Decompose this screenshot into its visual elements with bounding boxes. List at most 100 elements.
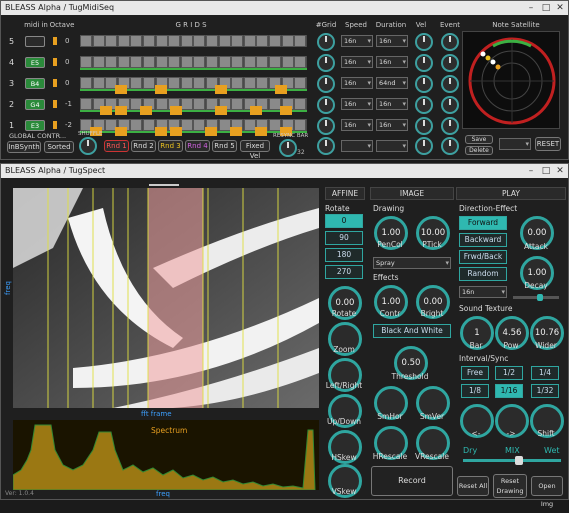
grid-cell[interactable] (92, 77, 105, 89)
grid-count-knob[interactable] (317, 96, 335, 114)
event-knob[interactable] (441, 75, 459, 93)
vel-knob[interactable] (415, 75, 433, 93)
grid-note[interactable] (255, 127, 267, 136)
grid-cell[interactable] (243, 35, 256, 47)
grid-cell[interactable] (92, 56, 105, 68)
duration-select[interactable]: 16n (376, 56, 408, 68)
close-button-2[interactable]: ✕ (553, 164, 567, 178)
decay-slider[interactable] (513, 294, 559, 301)
forward-button[interactable]: Forward (459, 216, 507, 230)
sorted-button[interactable]: Sorted (44, 141, 74, 153)
grid-note[interactable] (115, 127, 127, 136)
sync-1-4-button[interactable]: 1/4 (531, 366, 559, 380)
grid-cell[interactable] (294, 119, 307, 131)
preset-select[interactable] (499, 138, 531, 150)
grid-cell[interactable] (256, 35, 269, 47)
black-and-white-button[interactable]: Black And White (373, 324, 451, 338)
event-knob[interactable] (441, 117, 459, 135)
grid-cell[interactable] (294, 98, 307, 110)
duration-select[interactable]: 16n (376, 35, 408, 47)
grid-note[interactable] (215, 85, 227, 94)
grid-cell[interactable] (155, 98, 168, 110)
duration-select[interactable]: 64nd (376, 77, 408, 89)
grid-cell[interactable] (117, 56, 130, 68)
grid-cell[interactable] (193, 98, 206, 110)
midi-in-note-button[interactable] (25, 36, 45, 47)
grid-cell[interactable] (117, 35, 130, 47)
grid-cell[interactable] (180, 56, 193, 68)
frwd-back-button[interactable]: Frwd/Back (459, 250, 507, 264)
midi-in-note-button[interactable]: B4 (25, 78, 45, 89)
grid-cell[interactable] (92, 35, 105, 47)
random-button[interactable]: Random (459, 267, 507, 281)
grid-cell[interactable] (218, 35, 231, 47)
grid-cell[interactable] (231, 77, 244, 89)
grid-cell[interactable] (281, 56, 294, 68)
grid-cell[interactable] (180, 98, 193, 110)
grid-cell[interactable] (130, 119, 143, 131)
grid-cell[interactable] (243, 56, 256, 68)
grid-cell[interactable] (180, 35, 193, 47)
grid-note[interactable] (275, 85, 287, 94)
maximize-button[interactable]: □ (539, 1, 553, 15)
backward-button[interactable]: Backward (459, 233, 507, 247)
mix-slider[interactable] (463, 456, 561, 465)
grid-cell[interactable] (269, 35, 281, 47)
grid-note[interactable] (155, 85, 167, 94)
grid-note[interactable] (115, 106, 127, 115)
direction-rate-select[interactable]: 16n (459, 286, 507, 298)
resync-knob[interactable] (279, 139, 297, 157)
grid-cell[interactable] (105, 56, 118, 68)
rotate-180-button[interactable]: 180 (325, 248, 363, 262)
sync-1-2-button[interactable]: 1/2 (495, 366, 523, 380)
vel-knob[interactable] (415, 54, 433, 72)
reset-drawing-button[interactable]: Reset Drawing (493, 474, 527, 498)
grid-cell[interactable] (231, 98, 244, 110)
grid-note[interactable] (205, 127, 217, 136)
grid-note[interactable] (100, 106, 112, 115)
sync-1-8-button[interactable]: 1/8 (461, 384, 489, 398)
grid-note[interactable] (115, 85, 127, 94)
grid-note[interactable] (140, 106, 152, 115)
rotate-90-button[interactable]: 90 (325, 231, 363, 245)
sync-1-16-button[interactable]: 1/16 (495, 384, 523, 398)
grid-cell[interactable] (168, 77, 181, 89)
grid-cell[interactable] (256, 56, 269, 68)
global-grid-knob[interactable] (317, 137, 335, 155)
vel-knob[interactable] (415, 117, 433, 135)
grid-cell[interactable] (294, 35, 307, 47)
grid-note[interactable] (170, 106, 182, 115)
grid-count-knob[interactable] (317, 33, 335, 51)
event-knob[interactable] (441, 96, 459, 114)
vel-knob[interactable] (415, 96, 433, 114)
grid-cell[interactable] (269, 56, 281, 68)
midi-in-note-button[interactable]: G4 (25, 99, 45, 110)
grid-cell[interactable] (130, 35, 143, 47)
grid-cell[interactable] (143, 77, 155, 89)
minimize-button[interactable]: – (524, 1, 538, 15)
grid-note[interactable] (250, 106, 262, 115)
rotate-270-button[interactable]: 270 (325, 265, 363, 279)
fixed-vel-button[interactable]: Fixed Vel (240, 140, 270, 160)
grid-cell[interactable] (143, 119, 155, 131)
rotate-0-button[interactable]: 0 (325, 214, 363, 228)
grid-count-knob[interactable] (317, 117, 335, 135)
grid-cell[interactable] (80, 56, 92, 68)
vel-knob[interactable] (415, 33, 433, 51)
grid-cell[interactable] (180, 77, 193, 89)
grid-cell[interactable] (105, 35, 118, 47)
speed-select[interactable]: 16n (341, 77, 373, 89)
speed-select[interactable]: 16n (341, 119, 373, 131)
open-img-button[interactable]: Open Img (531, 476, 563, 508)
record-button[interactable]: Record (371, 466, 453, 496)
global-speed-select[interactable] (341, 140, 373, 152)
rnd-4-button[interactable]: Rnd 4 (185, 140, 210, 152)
duration-select[interactable]: 16n (376, 98, 408, 110)
grid-cell[interactable] (155, 35, 168, 47)
grid-cell[interactable] (180, 119, 193, 131)
minimize-button-2[interactable]: – (524, 164, 538, 178)
decay-slider-thumb[interactable] (537, 294, 543, 301)
midi-in-note-button[interactable]: E3 (25, 120, 45, 131)
rnd-5-button[interactable]: Rnd 5 (212, 140, 237, 152)
global-event-knob[interactable] (441, 137, 459, 155)
